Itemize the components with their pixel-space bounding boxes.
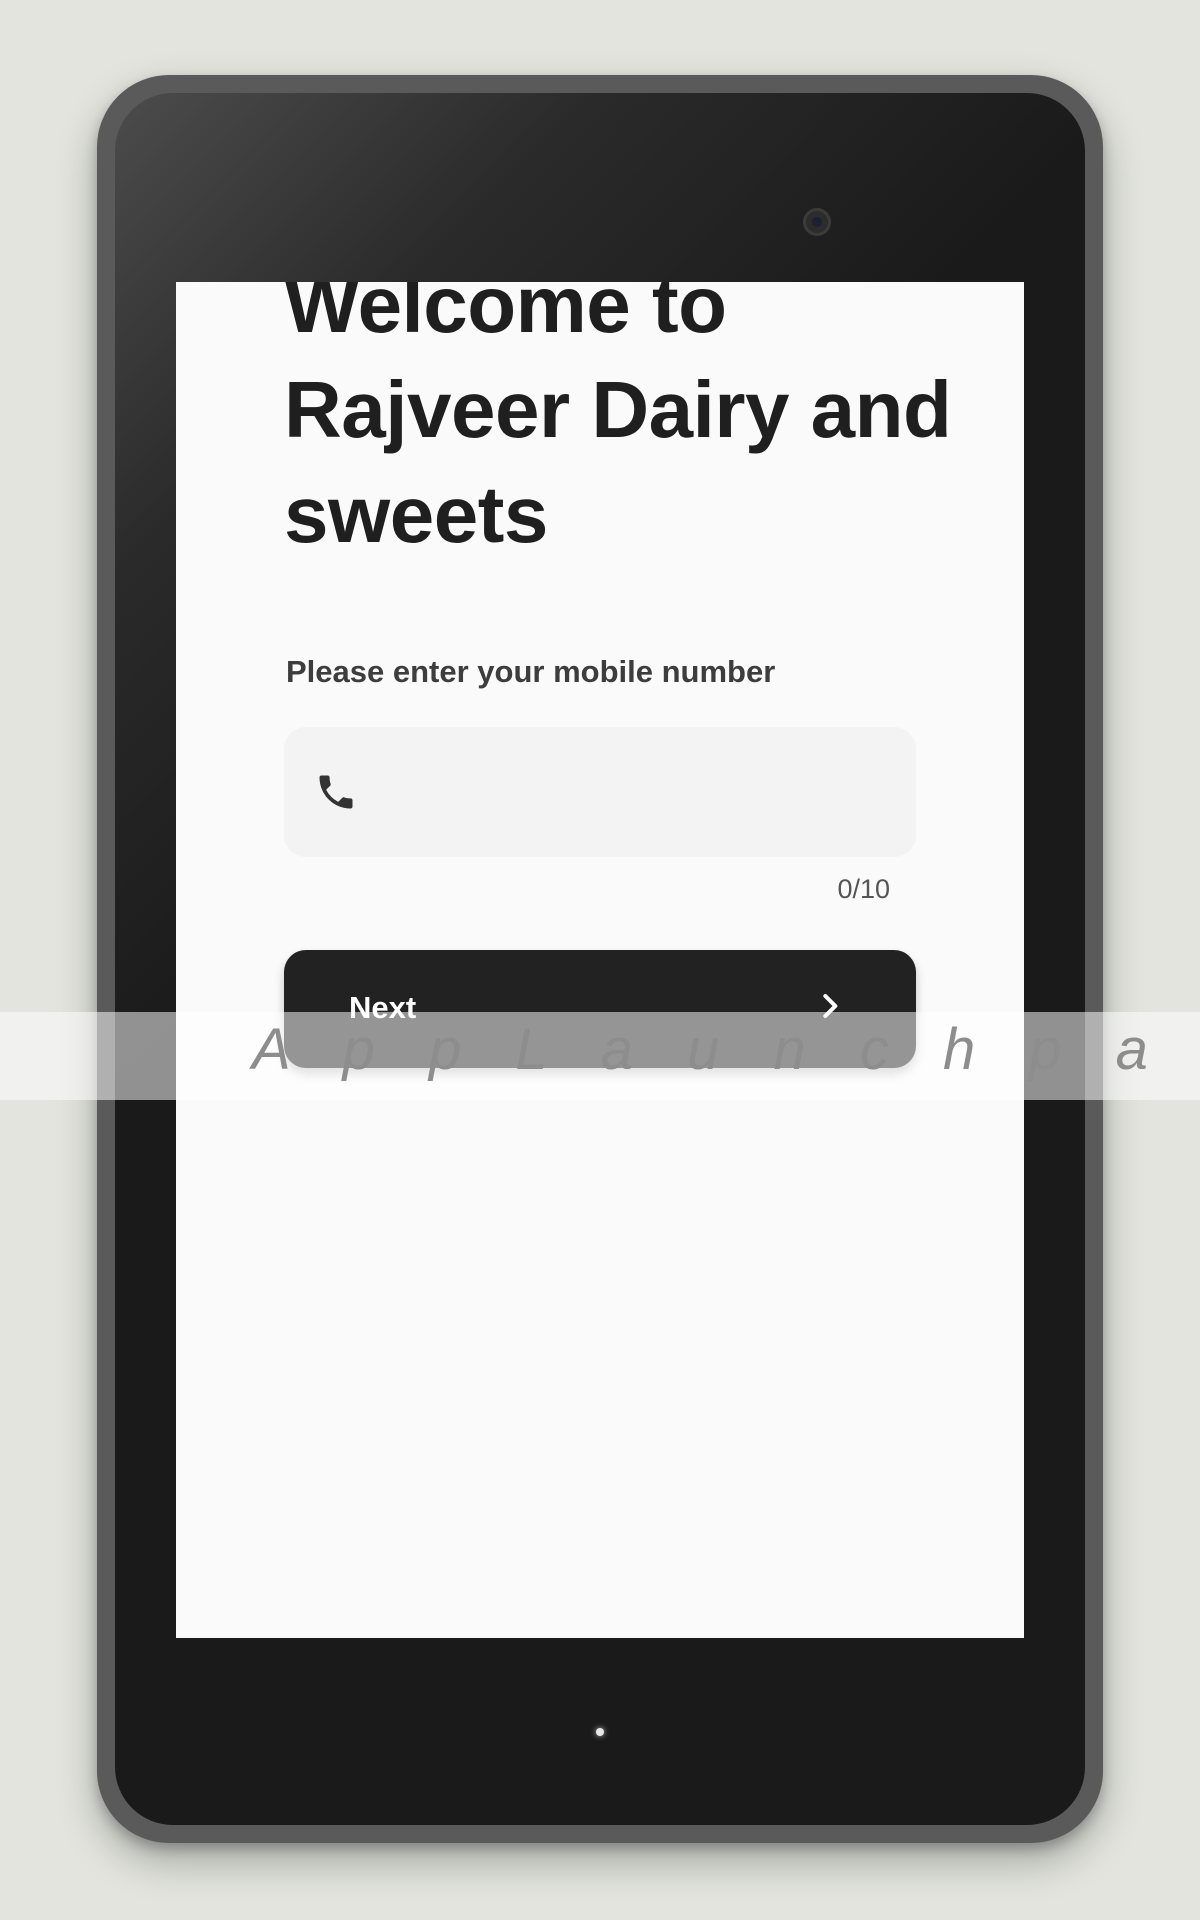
phone-icon — [319, 775, 353, 809]
device-stage: Welcome to Rajveer Dairy and sweets Plea… — [0, 0, 1200, 1920]
camera-icon — [803, 208, 831, 236]
mobile-number-input[interactable] — [384, 757, 888, 829]
watermark-text: A p p L a u n c h p a d — [252, 1017, 1200, 1082]
sensor-light — [596, 1728, 604, 1736]
mobile-number-field[interactable] — [284, 727, 916, 857]
mobile-number-prompt: Please enter your mobile number — [286, 654, 776, 689]
watermark-banner: A p p L a u n c h p a d — [0, 1012, 1200, 1100]
page-title: Welcome to Rajveer Dairy and sweets — [284, 282, 952, 559]
app-screen: Welcome to Rajveer Dairy and sweets Plea… — [176, 282, 1024, 1638]
character-counter: 0/10 — [837, 874, 890, 904]
